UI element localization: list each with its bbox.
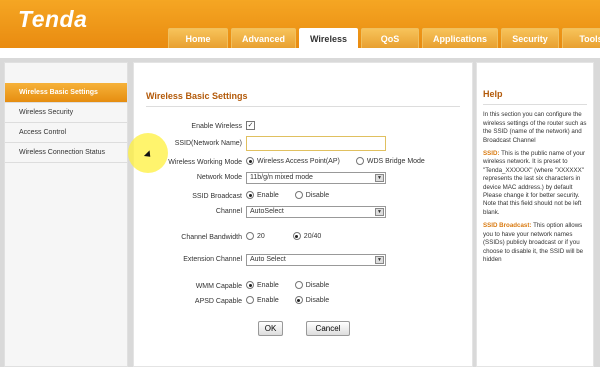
main-tabs: Home Advanced Wireless QoS Applications … — [168, 28, 600, 48]
bandwidth-label: Channel Bandwidth — [181, 234, 242, 241]
ssid-label: SSID(Network Name) — [174, 140, 242, 147]
ssid-broadcast-disable-radio[interactable] — [294, 191, 303, 199]
ssid-input[interactable] — [246, 136, 386, 151]
working-mode-label: Wireless Working Mode — [168, 159, 242, 166]
settings-panel: Wireless Basic Settings Enable Wireless … — [133, 62, 473, 367]
ssid-broadcast-disable-label: Disable — [305, 191, 330, 199]
chevron-down-icon: ▼ — [375, 174, 384, 182]
channel-value: AutoSelect — [250, 208, 284, 215]
bandwidth-2040-radio[interactable] — [292, 232, 301, 240]
sidebar-item-wireless-basic-settings[interactable]: Wireless Basic Settings — [5, 83, 127, 103]
working-mode-ap-label: Wireless Access Point(AP) — [257, 157, 340, 165]
network-mode-row: Network Mode 11b/g/n mixed mode ▼ — [134, 171, 474, 185]
tab-home[interactable]: Home — [168, 28, 228, 48]
apsd-enable-radio[interactable] — [246, 296, 254, 304]
enable-wireless-row: Enable Wireless ✓ — [134, 120, 474, 134]
network-mode-label: Network Mode — [196, 174, 242, 181]
working-mode-row: Wireless Working Mode Wireless Access Po… — [134, 156, 474, 170]
bandwidth-20-label: 20 — [257, 232, 265, 240]
ok-button[interactable]: OK — [258, 321, 283, 336]
enable-wireless-checkbox[interactable]: ✓ — [246, 121, 255, 130]
ssid-row: SSID(Network Name) — [134, 136, 474, 151]
help-broadcast-term: SSID Broadcast: — [483, 222, 532, 230]
working-mode-ap-radio[interactable] — [246, 157, 254, 165]
page-title: Wireless Basic Settings — [146, 91, 248, 101]
ssid-broadcast-label: SSID Broadcast — [192, 193, 242, 200]
tenda-logo: Tenda — [18, 6, 88, 32]
help-intro: In this section you can configure the wi… — [483, 111, 587, 144]
working-mode-wds-radio[interactable] — [355, 157, 364, 165]
extension-channel-row: Extension Channel Auto Select ▼ — [134, 253, 474, 267]
wmm-enable-label: Enable — [257, 281, 279, 289]
wmm-disable-radio[interactable] — [294, 281, 303, 289]
apsd-disable-label: Disable — [305, 296, 330, 304]
bandwidth-2040-label: 20/40 — [303, 232, 322, 240]
wmm-enable-radio[interactable] — [246, 281, 254, 289]
sidebar: Wireless Basic Settings Wireless Securit… — [4, 62, 128, 367]
tab-security[interactable]: Security — [500, 28, 559, 48]
top-header: Tenda Home Advanced Wireless QoS Applica… — [0, 0, 600, 48]
help-ssid-text: This is the public name of your wireless… — [483, 150, 586, 216]
chevron-down-icon: ▼ — [375, 256, 384, 264]
ssid-broadcast-row: SSID Broadcast Enable Disable — [134, 190, 474, 204]
enable-wireless-label: Enable Wireless — [191, 123, 242, 130]
apsd-label: APSD Capable — [194, 298, 242, 305]
sub-bar — [0, 48, 600, 58]
tab-applications[interactable]: Applications — [421, 28, 498, 48]
title-divider — [146, 106, 460, 107]
help-broadcast: SSID Broadcast: This option allows you t… — [483, 222, 587, 264]
network-mode-select[interactable]: 11b/g/n mixed mode ▼ — [246, 172, 386, 184]
help-ssid-term: SSID: — [483, 150, 500, 158]
tab-wireless[interactable]: Wireless — [299, 28, 358, 48]
chevron-down-icon: ▼ — [375, 208, 384, 216]
working-mode-wds-label: WDS Bridge Mode — [366, 157, 425, 165]
extension-channel-select[interactable]: Auto Select ▼ — [246, 254, 386, 266]
network-mode-value: 11b/g/n mixed mode — [250, 174, 313, 181]
wmm-row: WMM Capable Enable Disable — [134, 280, 474, 294]
extension-channel-label: Extension Channel — [183, 256, 242, 263]
tab-qos[interactable]: QoS — [360, 28, 419, 48]
apsd-enable-label: Enable — [257, 296, 279, 304]
help-panel: Help In this section you can configure t… — [476, 62, 594, 367]
channel-select[interactable]: AutoSelect ▼ — [246, 206, 386, 218]
bandwidth-row: Channel Bandwidth 20 20/40 — [134, 231, 474, 245]
sidebar-item-wireless-connection-status[interactable]: Wireless Connection Status — [5, 143, 127, 163]
wmm-label: WMM Capable — [195, 283, 242, 290]
sidebar-item-access-control[interactable]: Access Control — [5, 123, 127, 143]
tab-advanced[interactable]: Advanced — [231, 28, 297, 48]
help-title: Help — [483, 89, 587, 106]
channel-row: Channel AutoSelect ▼ — [134, 205, 474, 219]
ssid-broadcast-enable-radio[interactable] — [246, 191, 254, 199]
apsd-disable-radio[interactable] — [294, 296, 303, 304]
help-ssid: SSID: This is the public name of your wi… — [483, 150, 587, 217]
sidebar-item-wireless-security[interactable]: Wireless Security — [5, 103, 127, 123]
tab-tools[interactable]: Tools — [561, 28, 600, 48]
bandwidth-20-radio[interactable] — [246, 232, 254, 240]
cancel-button[interactable]: Cancel — [306, 321, 350, 336]
extension-channel-value: Auto Select — [250, 256, 286, 263]
wmm-disable-label: Disable — [305, 281, 330, 289]
apsd-row: APSD Capable Enable Disable — [134, 295, 474, 309]
ssid-broadcast-enable-label: Enable — [257, 191, 279, 199]
channel-label: Channel — [215, 208, 242, 215]
